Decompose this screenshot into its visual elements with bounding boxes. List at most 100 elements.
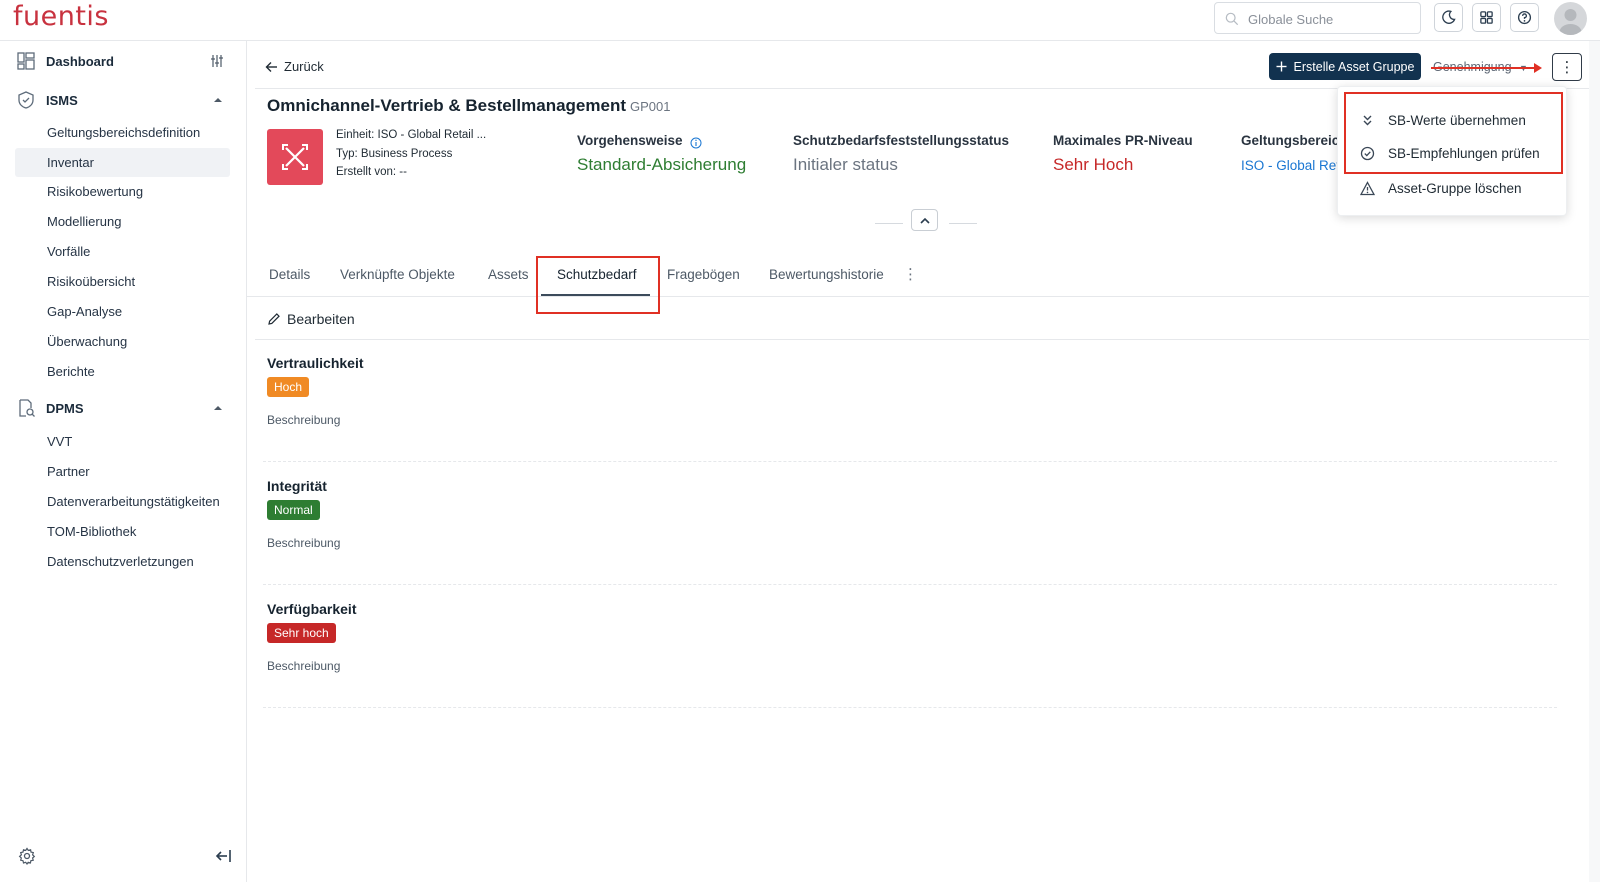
menu-item-asset-gruppe-loeschen[interactable]: Asset-Gruppe löschen <box>1338 174 1568 204</box>
back-link[interactable]: Zurück <box>265 59 324 74</box>
status-badge: Sehr hoch <box>267 623 336 643</box>
sidebar-item-inventar[interactable]: Inventar <box>15 148 230 177</box>
dpms-label: DPMS <box>46 401 84 416</box>
dashboard-icon <box>17 52 35 70</box>
section-divider <box>263 461 1557 462</box>
approach-value: Standard-Absicherung <box>577 155 747 174</box>
asset-unit: Einheit: ISO - Global Retail ... <box>336 129 487 141</box>
approach-label: Vorgehensweise <box>577 133 683 148</box>
scope-link[interactable]: ISO - Global Retail <box>1241 158 1339 173</box>
more-actions-button[interactable]: ⋮ <box>1552 53 1582 81</box>
tabs-more-button[interactable]: ⋮ <box>903 265 918 283</box>
chevron-up-icon[interactable] <box>213 96 223 104</box>
status-label: Schutzbedarfsfeststellungsstatus <box>793 133 1010 148</box>
chevron-up-icon[interactable] <box>213 404 223 412</box>
arrow-left-icon <box>265 61 277 72</box>
warning-icon <box>1360 181 1375 196</box>
sidebar-item-ueberwachung[interactable]: Überwachung <box>15 327 230 356</box>
edit-button[interactable]: Bearbeiten <box>267 311 355 327</box>
sidebar-item-modellierung[interactable]: Modellierung <box>15 207 230 236</box>
section-confidentiality-title: Vertraulichkeit <box>267 355 364 371</box>
user-avatar[interactable] <box>1554 2 1587 35</box>
sidebar-item-risikobewertung[interactable]: Risikobewertung <box>15 177 230 206</box>
sidebar-item-berichte[interactable]: Berichte <box>15 357 230 386</box>
sidebar-item-geltungsbereichsdefinition[interactable]: Geltungsbereichsdefinition <box>15 118 230 147</box>
status-badge: Hoch <box>267 377 310 397</box>
fuentis-logo[interactable]: fuentis <box>13 0 109 34</box>
tab-assets[interactable]: Assets <box>488 267 529 282</box>
dark-mode-button[interactable] <box>1434 3 1463 32</box>
section-availability-title: Verfügbarkeit <box>267 601 357 617</box>
tab-highlight-box <box>536 256 660 314</box>
settings-sliders-icon[interactable] <box>211 54 223 68</box>
sidebar-item-datenverarbeitungstaetigkeiten[interactable]: Datenverarbeitungstätigkeiten <box>15 487 230 516</box>
tab-bar: Details Verknüpfte Objekte Assets Schutz… <box>247 253 1589 297</box>
asset-created-by: Erstellt von: -- <box>336 166 407 178</box>
help-icon <box>1517 10 1532 25</box>
document-search-icon <box>19 399 35 417</box>
annotation-arrow-line <box>1431 67 1538 69</box>
content-divider <box>255 339 1589 340</box>
section-description-label: Beschreibung <box>267 659 341 673</box>
page-title: Omnichannel-Vertrieb & Bestellmanagement <box>267 96 626 115</box>
scope-label: Geltungsbereich <box>1241 133 1339 148</box>
tab-verknuepfte-objekte[interactable]: Verknüpfte Objekte <box>340 267 455 282</box>
section-integrity-title: Integrität <box>267 478 327 494</box>
tab-bewertungshistorie[interactable]: Bewertungshistorie <box>769 267 884 282</box>
business-process-icon <box>267 129 323 185</box>
sidebar-item-vvt[interactable]: VVT <box>15 427 230 456</box>
asset-code: GP001 <box>630 99 671 114</box>
pr-level-value: Sehr Hoch <box>1053 155 1134 174</box>
annotation-arrow-head <box>1534 63 1542 73</box>
global-search-input[interactable]: Globale Suche <box>1214 2 1421 34</box>
info-icon[interactable] <box>690 137 702 149</box>
create-asset-group-button[interactable]: Erstelle Asset Gruppe <box>1269 53 1421 80</box>
sidebar-section-isms[interactable]: ISMS <box>0 85 247 115</box>
sidebar-item-dashboard[interactable]: Dashboard <box>0 46 247 76</box>
isms-label: ISMS <box>46 93 78 108</box>
section-description-label: Beschreibung <box>267 413 341 427</box>
edit-label: Bearbeiten <box>287 311 355 327</box>
create-asset-group-label: Erstelle Asset Gruppe <box>1293 59 1415 74</box>
kebab-icon: ⋮ <box>1559 59 1575 76</box>
scroll-gutter <box>1589 41 1600 882</box>
menu-highlight-box <box>1344 92 1563 174</box>
apps-button[interactable] <box>1472 3 1501 32</box>
divider-left <box>875 223 903 224</box>
collapse-sidebar-icon[interactable] <box>214 847 232 865</box>
search-placeholder: Globale Suche <box>1248 12 1334 27</box>
help-button[interactable] <box>1510 3 1539 32</box>
pencil-icon <box>268 313 280 325</box>
sidebar-section-dpms[interactable]: DPMS <box>0 393 247 423</box>
kebab-icon: ⋮ <box>903 266 918 283</box>
sidebar-item-partner[interactable]: Partner <box>15 457 230 486</box>
dashboard-label: Dashboard <box>46 54 114 69</box>
sidebar: Dashboard ISMS Geltungsbereichsdefinitio… <box>0 41 247 882</box>
top-bar: fuentis Globale Suche <box>0 0 1600 41</box>
pr-level-label: Maximales PR-Niveau <box>1053 133 1193 148</box>
sidebar-item-risikouebersicht[interactable]: Risikoübersicht <box>15 267 230 296</box>
grid-icon <box>1480 11 1493 24</box>
section-divider <box>263 584 1557 585</box>
gear-icon[interactable] <box>18 847 36 865</box>
chevron-up-icon <box>919 217 930 224</box>
shield-icon <box>18 91 34 109</box>
sidebar-item-gap-analyse[interactable]: Gap-Analyse <box>15 297 230 326</box>
collapse-header-button[interactable] <box>911 209 938 231</box>
approval-dropdown[interactable]: Genehmigung ▼ <box>1431 60 1542 74</box>
section-divider <box>263 707 1557 708</box>
moon-icon <box>1442 10 1456 24</box>
tab-frageboegen[interactable]: Fragebögen <box>667 267 740 282</box>
tab-details[interactable]: Details <box>269 267 310 282</box>
plus-icon <box>1276 61 1287 72</box>
back-label: Zurück <box>284 59 324 74</box>
status-value: Initialer status <box>793 155 898 174</box>
divider-right <box>949 223 977 224</box>
user-icon <box>1559 9 1582 35</box>
asset-type: Typ: Business Process <box>336 148 453 160</box>
sidebar-item-tom-bibliothek[interactable]: TOM-Bibliothek <box>15 517 230 546</box>
search-icon <box>1225 12 1239 26</box>
sidebar-item-datenschutzverletzungen[interactable]: Datenschutzverletzungen <box>15 547 230 576</box>
section-description-label: Beschreibung <box>267 536 341 550</box>
sidebar-item-vorfaelle[interactable]: Vorfälle <box>15 237 230 266</box>
